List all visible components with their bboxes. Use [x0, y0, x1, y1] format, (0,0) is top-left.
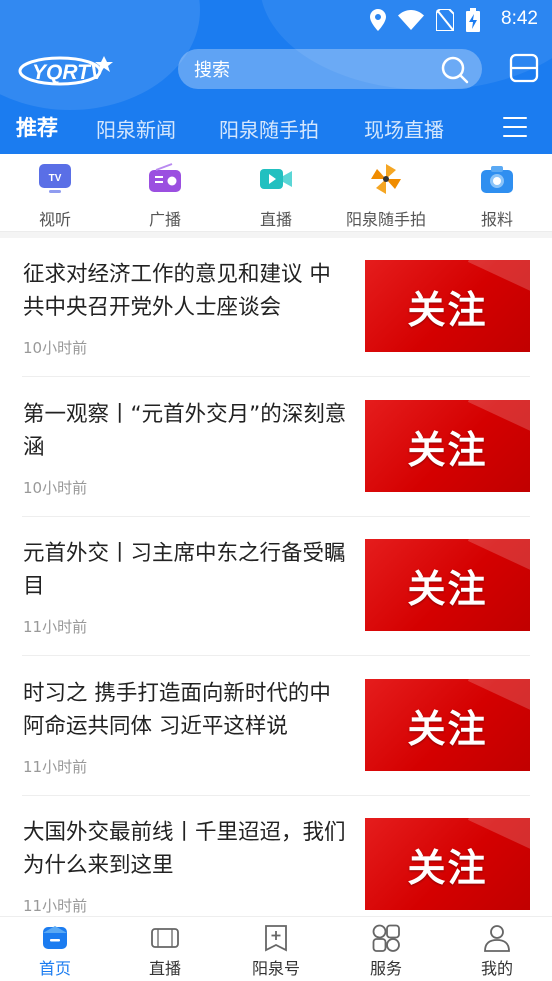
svg-text:YQRTV: YQRTV [32, 61, 106, 84]
nav-services[interactable]: 服务 [331, 923, 441, 979]
news-time: 10小时前 [23, 479, 88, 497]
menu-icon[interactable] [503, 117, 527, 137]
news-item[interactable]: 大国外交最前线丨千里迢迢，我们为什么来到这里 11小时前 关注 [0, 796, 552, 935]
live-tv-icon [150, 923, 180, 953]
news-title[interactable]: 第一观察丨“元首外交月”的深刻意涵 [23, 398, 351, 464]
radio-icon [148, 162, 182, 196]
nav-home[interactable]: 首页 [0, 923, 110, 979]
video-camera-icon [259, 162, 293, 196]
status-time: 8:42 [501, 8, 538, 29]
tab-recommend[interactable]: 推荐 [16, 112, 58, 142]
bookmark-add-icon [261, 923, 291, 953]
nav-label: 服务 [369, 959, 402, 978]
tv-icon: TV [38, 162, 72, 196]
news-thumbnail[interactable]: 关注 [365, 818, 530, 910]
tab-live-scene[interactable]: 现场直播 [364, 114, 444, 143]
search-input[interactable]: 搜索 [178, 49, 482, 89]
grid-icon [371, 923, 401, 953]
search-icon[interactable] [440, 55, 470, 89]
thumbnail-text: 关注 [407, 287, 488, 332]
news-time: 11小时前 [23, 897, 88, 915]
thumbnail-text: 关注 [407, 427, 488, 472]
quick-entry-report[interactable]: 报料 [442, 162, 552, 230]
news-time: 11小时前 [23, 618, 88, 636]
location-icon [370, 9, 386, 35]
news-thumbnail[interactable]: 关注 [365, 260, 530, 352]
search-placeholder: 搜索 [194, 60, 230, 81]
quick-entry-label: 直播 [259, 210, 292, 229]
quick-entry-radio[interactable]: 广播 [110, 162, 220, 230]
news-thumbnail[interactable]: 关注 [365, 400, 530, 492]
nav-label: 直播 [148, 959, 181, 978]
wifi-icon [398, 10, 424, 34]
divider [22, 376, 530, 377]
quick-entries: TV 视听 广播 直播 阳泉随手拍 报料 [0, 154, 552, 232]
no-sim-icon [435, 8, 455, 35]
news-item[interactable]: 时习之 携手打造面向新时代的中阿命运共同体 习近平这样说 11小时前 关注 [0, 657, 552, 796]
quick-entry-label: 广播 [148, 210, 181, 229]
quick-entry-label: 报料 [480, 210, 513, 229]
home-icon [40, 923, 70, 953]
status-bar: 8:42 [0, 0, 552, 40]
quick-entry-snapshot[interactable]: 阳泉随手拍 [331, 162, 441, 230]
thumbnail-text: 关注 [407, 566, 488, 611]
news-time: 11小时前 [23, 758, 88, 776]
thumbnail-text: 关注 [407, 706, 488, 751]
channel-tabs: 推荐 阳泉新闻 阳泉随手拍 现场直播 [0, 108, 552, 148]
news-item[interactable]: 征求对经济工作的意见和建议 中共中央召开党外人士座谈会 10小时前 关注 [0, 238, 552, 377]
tab-yangquan-snapshot[interactable]: 阳泉随手拍 [219, 114, 319, 143]
thumbnail-text: 关注 [407, 845, 488, 890]
nav-label: 首页 [38, 959, 71, 978]
app-header: 8:42 YQRTV 搜索 推荐 阳泉新闻 阳泉随手拍 现场直播 [0, 0, 552, 154]
tab-yangquan-news[interactable]: 阳泉新闻 [96, 114, 176, 143]
nav-label: 我的 [480, 959, 513, 978]
camera-icon [480, 162, 514, 196]
news-title[interactable]: 大国外交最前线丨千里迢迢，我们为什么来到这里 [23, 816, 351, 882]
news-thumbnail[interactable]: 关注 [365, 679, 530, 771]
nav-yangquan-hao[interactable]: 阳泉号 [221, 923, 331, 979]
nav-live[interactable]: 直播 [110, 923, 220, 979]
quick-entry-label: 视听 [38, 210, 71, 229]
news-title[interactable]: 征求对经济工作的意见和建议 中共中央召开党外人士座谈会 [23, 258, 351, 324]
battery-charging-icon [466, 8, 480, 36]
nav-label: 阳泉号 [251, 959, 300, 978]
news-item[interactable]: 元首外交丨习主席中东之行备受瞩目 11小时前 关注 [0, 517, 552, 656]
scan-icon[interactable] [509, 53, 539, 87]
svg-text:TV: TV [49, 173, 62, 184]
news-thumbnail[interactable]: 关注 [365, 539, 530, 631]
yqrtv-logo[interactable]: YQRTV [18, 52, 138, 88]
divider [22, 655, 530, 656]
news-title[interactable]: 时习之 携手打造面向新时代的中阿命运共同体 习近平这样说 [23, 677, 351, 743]
quick-entry-live[interactable]: 直播 [221, 162, 331, 230]
news-item[interactable]: 第一观察丨“元首外交月”的深刻意涵 10小时前 关注 [0, 378, 552, 517]
nav-profile[interactable]: 我的 [442, 923, 552, 979]
news-title[interactable]: 元首外交丨习主席中东之行备受瞩目 [23, 537, 351, 603]
quick-entry-watch[interactable]: TV 视听 [0, 162, 110, 230]
news-time: 10小时前 [23, 339, 88, 357]
bottom-nav: 首页 直播 阳泉号 服务 我的 [0, 916, 552, 981]
pinwheel-icon [369, 162, 403, 196]
quick-entry-label: 阳泉随手拍 [345, 210, 426, 229]
user-icon [482, 923, 512, 953]
